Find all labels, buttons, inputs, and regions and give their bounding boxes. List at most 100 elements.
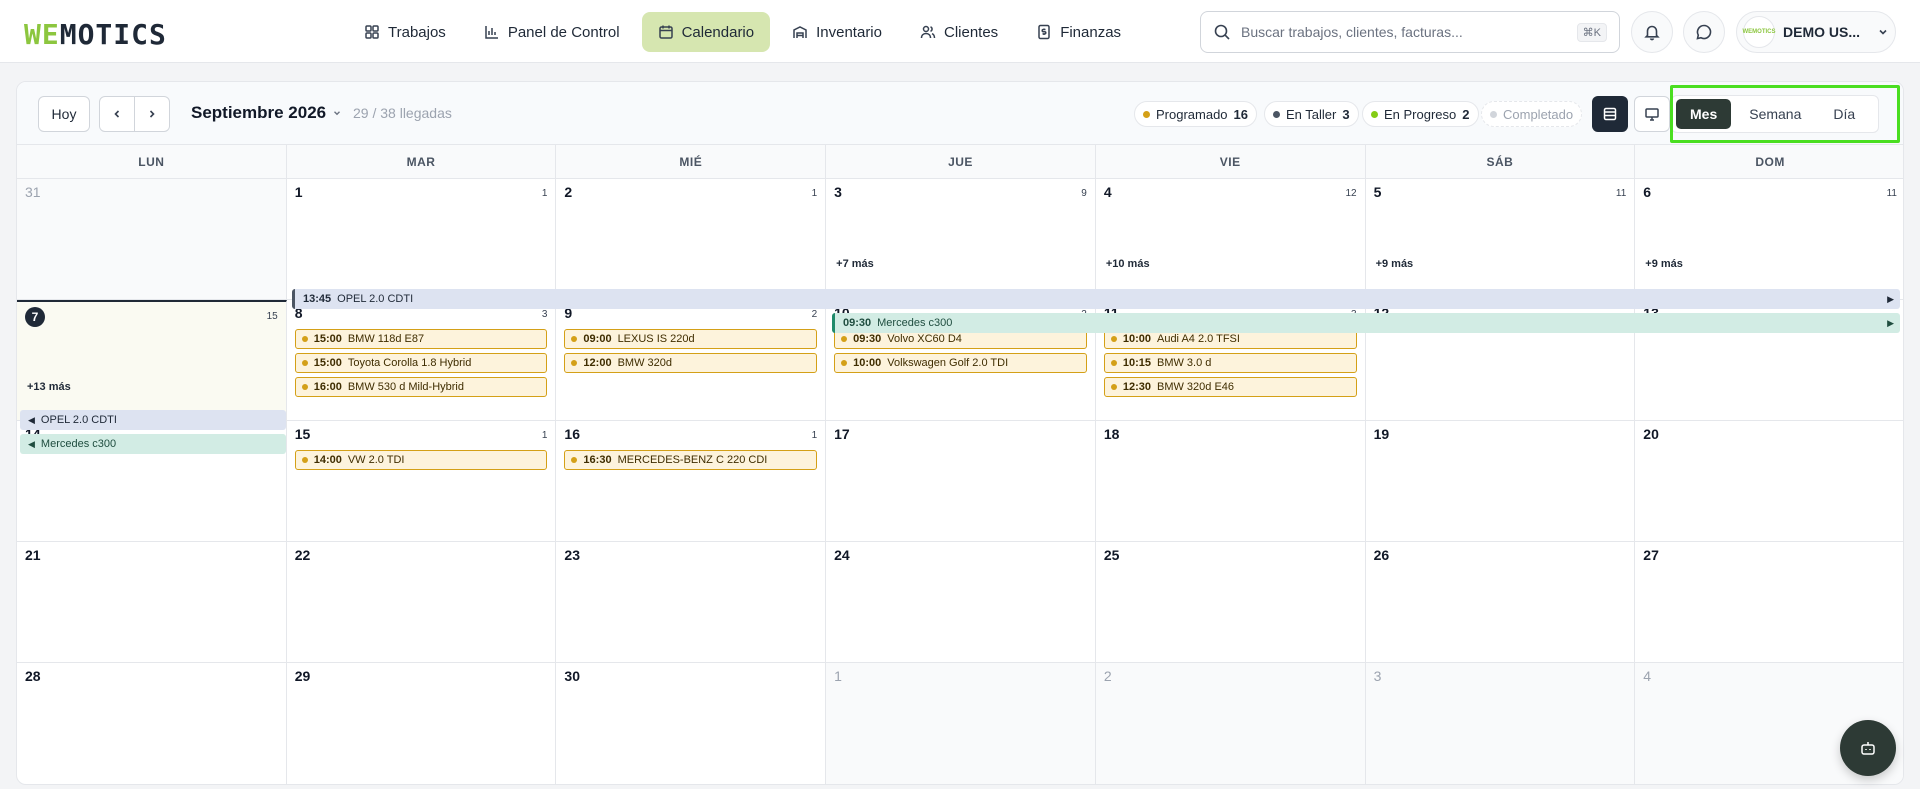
event-title: BMW 320d E46 — [1156, 381, 1235, 393]
more-events-link[interactable]: +7 más — [834, 258, 1087, 270]
event-item[interactable]: 15:00 Toyota Corolla 1.8 Hybrid — [294, 353, 548, 373]
user-menu[interactable]: WEMOTICS DEMO US... — [1736, 11, 1896, 53]
search-input[interactable] — [1241, 24, 1567, 40]
bar-chart-icon — [485, 26, 498, 39]
prev-month-button[interactable] — [99, 96, 135, 132]
event-title: OPEL 2.0 CDTI — [337, 293, 414, 305]
day-cell[interactable]: 30 — [556, 663, 827, 784]
day-cell[interactable]: 22 — [286, 542, 557, 663]
day-cell[interactable]: 18 — [1095, 421, 1366, 542]
day-cell[interactable]: 21 — [17, 542, 287, 663]
day-cell[interactable]: 3 9 +7 más — [826, 179, 1096, 300]
day-event-count: 1 — [811, 188, 818, 199]
assistant-button[interactable] — [1840, 720, 1896, 776]
legend-en-taller[interactable]: En Taller 3 — [1264, 101, 1359, 127]
global-search[interactable]: ⌘K — [1200, 11, 1620, 53]
day-cell[interactable]: 5 11 +9 más — [1365, 179, 1636, 300]
view-day-button[interactable]: Día — [1819, 99, 1869, 129]
day-event-count: 12 — [1345, 188, 1357, 199]
list-view-button[interactable] — [1592, 96, 1628, 132]
day-cell[interactable]: 28 — [17, 663, 287, 784]
view-switcher: Mes Semana Día — [1671, 95, 1879, 133]
event-item[interactable]: 15:00 BMW 118d E87 — [294, 329, 548, 349]
view-week-button[interactable]: Semana — [1735, 99, 1815, 129]
day-cell[interactable]: 3 — [1365, 663, 1636, 784]
day-cell[interactable]: 20 — [1635, 421, 1903, 542]
day-cell[interactable]: 6 11 +9 más — [1635, 179, 1903, 300]
legend-en-progreso[interactable]: En Progreso 2 — [1362, 101, 1479, 127]
day-cell[interactable]: 7 15 +13 más — [17, 300, 287, 421]
event-item[interactable]: 14:00 VW 2.0 TDI — [294, 450, 548, 470]
day-cell[interactable]: 19 — [1365, 421, 1636, 542]
day-cell[interactable]: 17 — [826, 421, 1096, 542]
month-label: Septiembre 2026 — [191, 103, 327, 122]
event-item[interactable]: 10:15 BMW 3.0 d — [1103, 353, 1357, 373]
view-month-button[interactable]: Mes — [1676, 99, 1732, 129]
day-cell[interactable]: 29 — [287, 663, 557, 784]
weekday-label: MIÉ — [556, 145, 827, 178]
day-cell[interactable]: 9 2 09:00 LEXUS IS 220d 12:00 BMW 320d — [556, 300, 827, 421]
day-cell[interactable]: 16 1 16:30 MERCEDES-BENZ C 220 CDI — [556, 421, 827, 542]
nav-clientes[interactable]: Clientes — [904, 12, 1014, 52]
day-number: 3 — [1373, 668, 1382, 684]
more-events-link[interactable]: +9 más — [1643, 258, 1897, 270]
day-cell[interactable]: 25 — [1095, 542, 1366, 663]
nav-finanzas[interactable]: Finanzas — [1020, 12, 1137, 52]
status-dot — [841, 360, 848, 366]
nav-trabajos[interactable]: Trabajos — [348, 12, 462, 52]
day-cell[interactable]: 1 — [826, 663, 1096, 784]
display-mode-button[interactable] — [1634, 96, 1670, 132]
event-item[interactable]: 12:30 BMW 320d E46 — [1103, 377, 1357, 397]
nav-inventario[interactable]: Inventario — [776, 12, 898, 52]
event-item[interactable]: 16:00 BMW 530 d Mild-Hybrid — [294, 377, 548, 397]
day-cell[interactable]: 27 — [1635, 542, 1903, 663]
legend-programado[interactable]: Programado 16 — [1134, 101, 1258, 127]
next-month-button[interactable] — [134, 96, 170, 132]
day-number: 17 — [834, 426, 850, 442]
weekday-label: LUN — [17, 145, 287, 178]
day-number: 1 — [834, 668, 842, 684]
day-cell[interactable]: 8 3 15:00 BMW 118d E87 15:00 Toyota Corolla 1… — [286, 300, 557, 421]
nav-calendario[interactable]: Calendario — [641, 12, 771, 52]
more-events-link[interactable]: +10 más — [1104, 258, 1357, 270]
status-dot — [1490, 110, 1497, 118]
day-cell[interactable]: 4 12 +10 más — [1095, 179, 1366, 300]
day-cell[interactable]: 31 — [17, 179, 287, 300]
warehouse-icon — [793, 26, 807, 38]
event-item[interactable]: 10:00 Volkswagen Golf 2.0 TDI — [834, 353, 1087, 373]
event-item[interactable]: 09:00 LEXUS IS 220d — [564, 329, 818, 349]
event-time: 16:00 — [313, 381, 342, 393]
wemotics-logo[interactable]: WEMOTICS — [24, 18, 167, 51]
messages-button[interactable] — [1683, 11, 1725, 53]
day-cell[interactable]: 21 — [556, 179, 827, 300]
day-event-count: 1 — [541, 188, 548, 199]
more-events-link[interactable]: +9 más — [1374, 258, 1627, 270]
legend-count: 2 — [1462, 106, 1470, 122]
day-cell[interactable]: 23 — [556, 542, 827, 663]
span-event-opel-cont[interactable]: ◀ OPEL 2.0 CDTI — [20, 410, 286, 430]
day-cell[interactable]: 26 — [1365, 542, 1636, 663]
day-cell[interactable]: 11 — [286, 179, 557, 300]
event-time: 12:00 — [583, 357, 612, 369]
event-title: LEXUS IS 220d — [617, 333, 695, 345]
nav-panel-de-control[interactable]: Panel de Control — [468, 12, 636, 52]
more-events-link[interactable]: +13 más — [25, 381, 278, 393]
month-picker[interactable]: Septiembre 2026 — [191, 103, 342, 123]
span-event-mercedes-cont[interactable]: ◀ Mercedes c300 — [20, 434, 286, 454]
status-dot — [1110, 336, 1117, 342]
event-title: Mercedes c300 — [40, 438, 117, 450]
day-cell[interactable]: 15 1 14:00 VW 2.0 TDI — [286, 421, 557, 542]
legend-completado[interactable]: Completado — [1481, 101, 1583, 127]
notifications-button[interactable] — [1631, 11, 1673, 53]
span-event-mercedes[interactable]: 09:30 Mercedes c300 ▶ — [832, 313, 1900, 333]
caret-left-icon: ◀ — [28, 414, 35, 425]
event-item[interactable]: 12:00 BMW 320d — [564, 353, 818, 373]
day-cell[interactable]: 24 — [826, 542, 1096, 663]
legend-count: 16 — [1233, 106, 1249, 122]
status-dot — [1110, 384, 1117, 390]
day-cell[interactable]: 2 — [1095, 663, 1366, 784]
today-button[interactable]: Hoy — [38, 96, 90, 132]
event-title: BMW 3.0 d — [1156, 357, 1212, 369]
span-event-opel[interactable]: 13:45 OPEL 2.0 CDTI ▶ — [292, 289, 1900, 309]
event-item[interactable]: 16:30 MERCEDES-BENZ C 220 CDI — [564, 450, 818, 470]
